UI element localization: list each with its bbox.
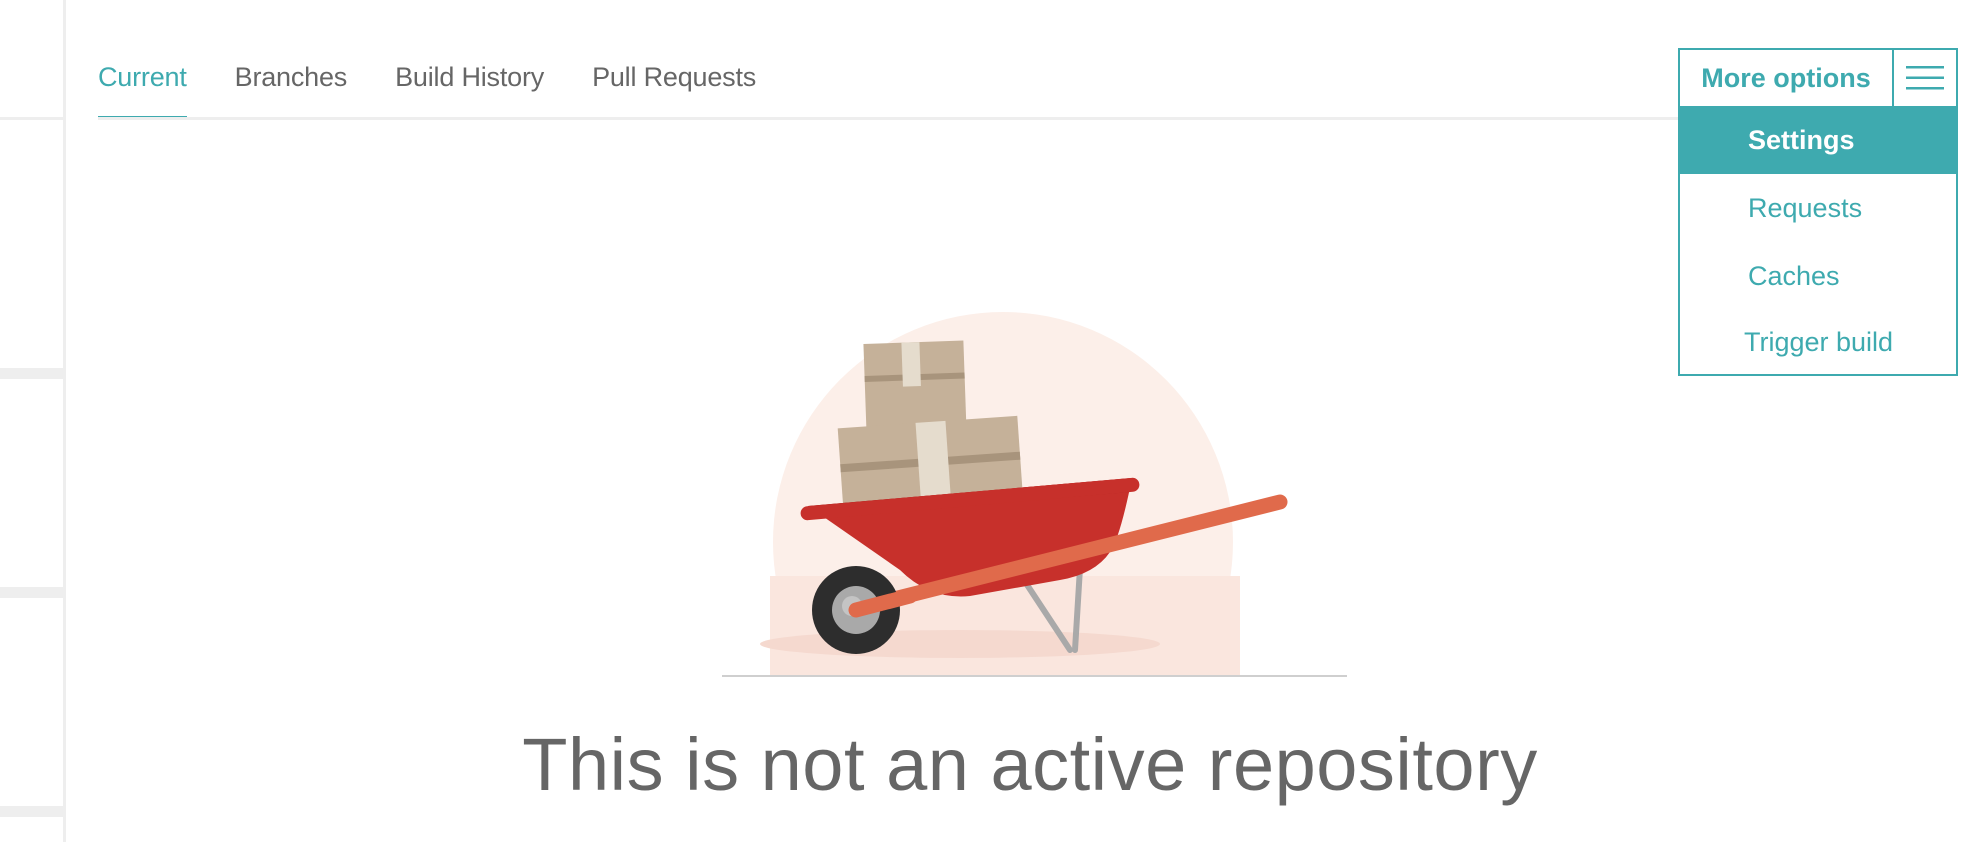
menu-item-settings[interactable]: Settings <box>1680 106 1956 174</box>
tabs-divider <box>98 117 1678 120</box>
tab-pull-requests[interactable]: Pull Requests <box>592 60 756 120</box>
menu-item-trigger-build[interactable]: Trigger build <box>1680 308 1956 376</box>
tab-current[interactable]: Current <box>98 60 187 120</box>
sidebar-divider <box>0 368 63 379</box>
menu-item-requests[interactable]: Requests <box>1680 174 1956 242</box>
tab-build-history[interactable]: Build History <box>395 60 544 120</box>
sidebar-divider <box>0 117 63 120</box>
sidebar-divider <box>0 806 63 817</box>
menu-item-caches[interactable]: Caches <box>1680 242 1956 310</box>
empty-state-heading: This is not an active repository <box>522 723 1538 806</box>
page: Current Branches Build History Pull Requ… <box>0 0 1986 842</box>
dropdown-header: More options <box>1680 50 1956 106</box>
menu-toggle-button[interactable] <box>1892 50 1956 106</box>
hamburger-icon <box>1906 66 1944 90</box>
repo-tabs: Current Branches Build History Pull Requ… <box>98 60 804 120</box>
wheelbarrow-illustration <box>722 312 1347 677</box>
more-options-dropdown: More options Settings Requests Caches Tr… <box>1678 48 1958 376</box>
sidebar-divider <box>0 587 63 598</box>
left-sidebar <box>0 0 66 842</box>
more-options-button[interactable]: More options <box>1680 50 1892 106</box>
tab-branches[interactable]: Branches <box>235 60 348 120</box>
